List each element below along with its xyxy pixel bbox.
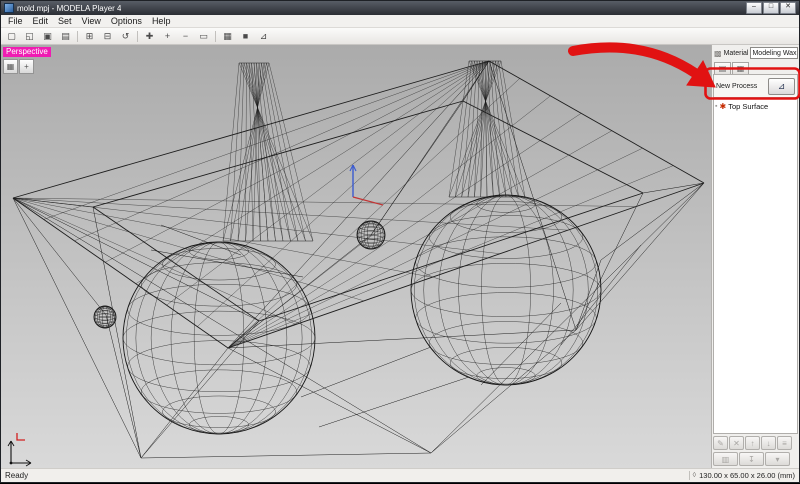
menu-view[interactable]: View — [77, 15, 106, 27]
status-text: Ready — [5, 471, 29, 480]
process-panel: ▩ Material Modeling Wax ▾ ▤ ▦ New Proces… — [711, 45, 799, 468]
toolbar-separator — [215, 30, 216, 42]
wireframe-model — [7, 60, 705, 467]
new-process-button[interactable]: ⊿ — [768, 77, 795, 95]
toolbar: ▢ ◱ ▣ ▤ ⊞ ⊟ ↺ ✚ + − ▭ ▦ ■ ⊿ — [1, 28, 799, 45]
viewport-mini-toolbar: ▦ + — [3, 59, 34, 74]
move-up-icon[interactable]: ↑ — [745, 436, 760, 450]
maximize-button[interactable]: □ — [763, 2, 779, 14]
menu-set[interactable]: Set — [53, 15, 77, 27]
origin-toggle-icon[interactable]: + — [19, 59, 34, 74]
process-tree: ▪ ✱ Top Surface — [713, 98, 798, 434]
menu-help[interactable]: Help — [147, 15, 176, 27]
tab-process-icon[interactable]: ▤ — [714, 62, 731, 74]
delete-process-icon[interactable]: ✕ — [729, 436, 744, 450]
viewport-3d[interactable]: Perspective ▦ + — [1, 45, 711, 468]
material-label: Material — [723, 49, 749, 57]
pan-icon[interactable]: ✚ — [141, 28, 158, 44]
zoom-fit-icon[interactable]: ▭ — [195, 28, 212, 44]
material-dropdown[interactable]: Modeling Wax ▾ — [750, 47, 798, 59]
shaded-mode-icon[interactable]: ■ — [237, 28, 254, 44]
toolbar-separator — [137, 30, 138, 42]
move-down-icon[interactable]: ↓ — [761, 436, 776, 450]
print-icon[interactable]: ▤ — [57, 28, 74, 44]
view-front-icon[interactable]: ⊟ — [99, 28, 116, 44]
new-process-label: New Process — [716, 82, 758, 90]
new-process-row: New Process ⊿ — [713, 74, 798, 98]
dropdown-arrow-icon: ▾ — [796, 48, 798, 58]
model-dimensions: 130.00 x 65.00 x 26.00 (mm) — [699, 471, 795, 480]
preview-cut-icon[interactable]: ▥ — [713, 452, 738, 466]
panel-bottom-toolbar: ✎ ✕ ↑ ↓ ≡ ▥ ↧ ▾ — [712, 434, 799, 468]
axes-toggle-icon[interactable]: ⊿ — [255, 28, 272, 44]
status-bar: Ready ◊ 130.00 x 65.00 x 26.00 (mm) — [1, 468, 799, 482]
menu-options[interactable]: Options — [106, 15, 147, 27]
edit-process-icon[interactable]: ✎ — [713, 436, 728, 450]
app-icon — [4, 3, 14, 13]
material-value: Modeling Wax — [752, 49, 797, 57]
view-mode-label: Perspective — [3, 47, 51, 57]
process-list-icon[interactable]: ≡ — [777, 436, 792, 450]
minimize-button[interactable]: – — [746, 2, 762, 14]
panel-tabs: ▤ ▦ — [712, 61, 799, 74]
app-window: mold.mpj - MODELA Player 4 – □ ✕ File Ed… — [0, 0, 800, 483]
menu-file[interactable]: File — [3, 15, 28, 27]
tree-item-top-surface[interactable]: ▪ ✱ Top Surface — [715, 100, 796, 112]
toolbar-separator — [77, 30, 78, 42]
file-save-icon[interactable]: ▣ — [39, 28, 56, 44]
surface-icon: ✱ — [719, 101, 727, 111]
more-options-icon[interactable]: ▾ — [765, 452, 790, 466]
title-bar: mold.mpj - MODELA Player 4 – □ ✕ — [1, 1, 799, 15]
model-size-icon: ◊ — [692, 472, 697, 479]
zoom-out-icon[interactable]: − — [177, 28, 194, 44]
tab-model-icon[interactable]: ▦ — [732, 62, 749, 74]
menu-bar: File Edit Set View Options Help — [1, 15, 799, 28]
material-icon: ▩ — [714, 48, 722, 58]
window-title: mold.mpj - MODELA Player 4 — [17, 3, 122, 13]
status-separator — [688, 471, 690, 480]
wireframe-mode-icon[interactable]: ▦ — [219, 28, 236, 44]
menu-edit[interactable]: Edit — [28, 15, 54, 27]
file-new-icon[interactable]: ▢ — [3, 28, 20, 44]
rotate-view-icon[interactable]: ↺ — [117, 28, 134, 44]
drag-handle-icon: ▪ — [715, 102, 718, 110]
zoom-in-icon[interactable]: + — [159, 28, 176, 44]
main-area: Perspective ▦ + ▩ Material Modeling Wax … — [1, 45, 799, 468]
view-top-icon[interactable]: ⊞ — [81, 28, 98, 44]
file-open-icon[interactable]: ◱ — [21, 28, 38, 44]
material-row: ▩ Material Modeling Wax ▾ — [712, 45, 799, 61]
grid-toggle-icon[interactable]: ▦ — [3, 59, 18, 74]
send-to-machine-icon[interactable]: ↧ — [739, 452, 764, 466]
tree-item-label: Top Surface — [728, 101, 769, 111]
close-button[interactable]: ✕ — [780, 2, 796, 14]
